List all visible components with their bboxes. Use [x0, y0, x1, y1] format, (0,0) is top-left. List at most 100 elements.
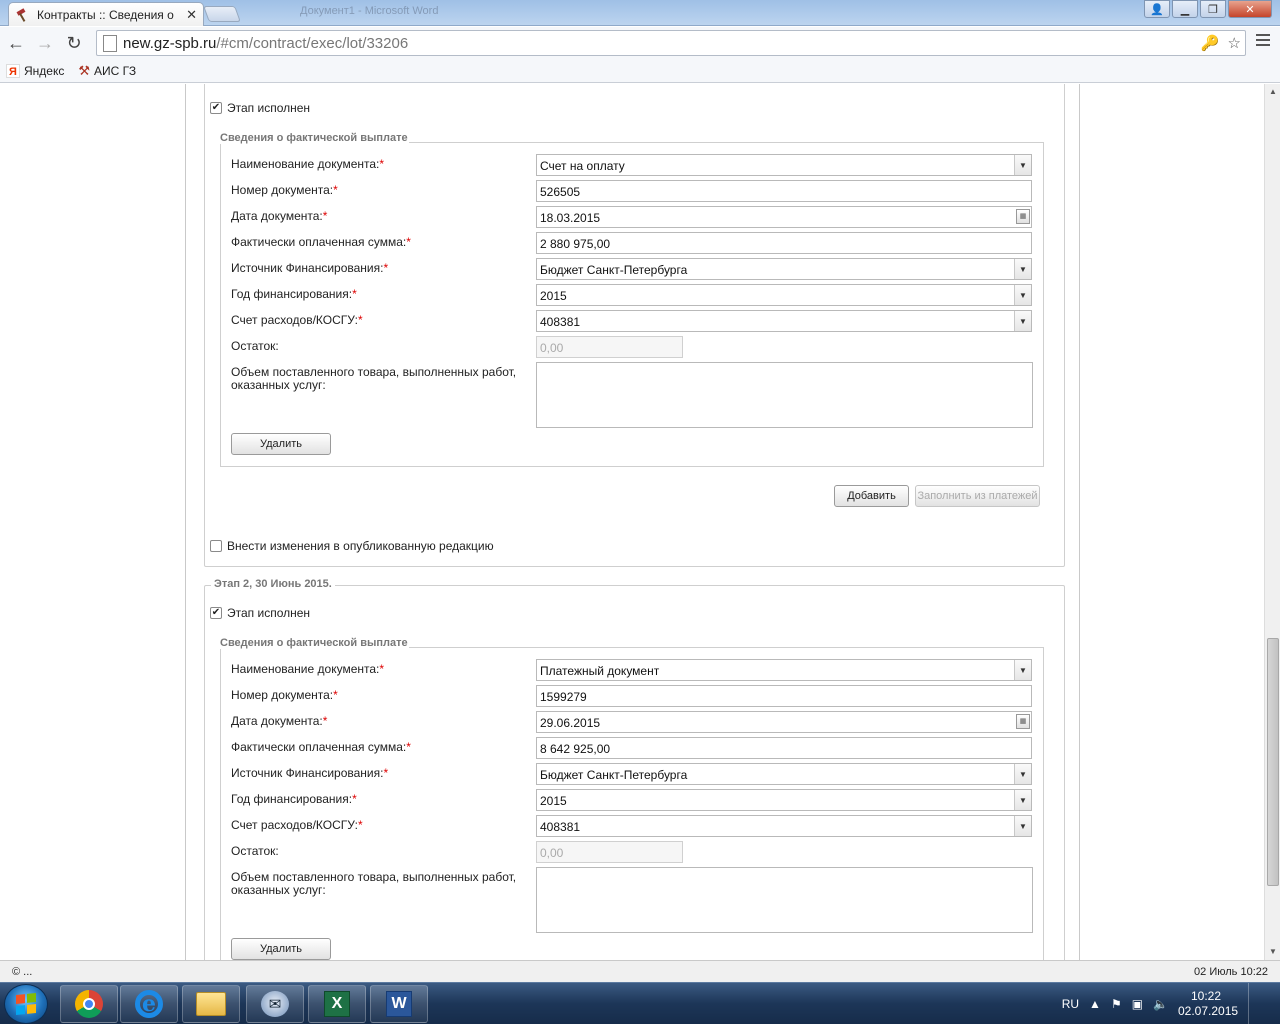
fin-source-select[interactable]: Бюджет Санкт-Петербурга ▼	[536, 258, 1032, 280]
label-volume: Объем поставленного товара, выполненных …	[231, 870, 517, 897]
account-select[interactable]: 408381 ▼	[536, 310, 1032, 332]
stage-2-done-checkbox[interactable]: ✔ Этап исполнен	[210, 606, 310, 620]
volume-textarea[interactable]	[536, 867, 1033, 933]
windows-logo-icon	[16, 992, 36, 1016]
chevron-down-icon[interactable]: ▼	[1014, 660, 1031, 680]
scroll-up-icon[interactable]: ▲	[1265, 84, 1280, 100]
restore-icon[interactable]: ❐	[1200, 0, 1226, 18]
status-bar: © ... 02 Июль 10:22	[0, 960, 1280, 982]
chevron-down-icon[interactable]: ▼	[1014, 816, 1031, 836]
taskbar-ie[interactable]: e	[120, 985, 178, 1023]
clock[interactable]: 10:22 02.07.2015	[1178, 989, 1238, 1019]
page-viewport: ✔ Этап исполнен Сведения о фактической в…	[0, 84, 1264, 960]
label-remainder: Остаток:	[231, 339, 279, 353]
window-controls: 👤 ▁ ❐ ✕	[1144, 0, 1272, 18]
back-icon[interactable]: ←	[3, 30, 29, 56]
label-doc-name: Наименование документа:*	[231, 662, 385, 676]
excel-icon: X	[324, 991, 350, 1017]
calendar-icon[interactable]: ▦	[1016, 714, 1030, 729]
minimize-icon[interactable]: ▁	[1172, 0, 1198, 18]
calendar-icon[interactable]: ▦	[1016, 209, 1030, 224]
omnibox-icons: 🔑 ☆	[1201, 34, 1241, 52]
star-icon[interactable]: ☆	[1228, 34, 1241, 52]
mail-icon: ✉	[261, 991, 289, 1017]
status-left: © ...	[12, 965, 33, 978]
status-right: 02 Июль 10:22	[1194, 965, 1268, 978]
account-select[interactable]: 408381 ▼	[536, 815, 1032, 837]
doc-number-input[interactable]: 526505	[536, 180, 1032, 202]
fin-year-select[interactable]: 2015 ▼	[536, 284, 1032, 306]
checkbox-label: Этап исполнен	[227, 101, 311, 115]
ie-icon: e	[135, 990, 163, 1018]
chevron-down-icon[interactable]: ▼	[1014, 764, 1031, 784]
browser-tab-contracts[interactable]: Контракты :: Сведения о ✕	[8, 2, 204, 26]
taskbar-word[interactable]: W	[370, 985, 428, 1023]
key-icon[interactable]: 🔑	[1201, 34, 1220, 52]
doc-name-select[interactable]: Платежный документ ▼	[536, 659, 1032, 681]
label-doc-date: Дата документа:*	[231, 209, 328, 223]
hammer-icon	[16, 7, 26, 22]
paid-sum-input[interactable]: 2 880 975,00	[536, 232, 1032, 254]
label-doc-number: Номер документа:*	[231, 183, 338, 197]
show-desktop-button[interactable]	[1248, 983, 1260, 1024]
taskbar-mail[interactable]: ✉	[246, 985, 304, 1023]
fill-from-payments-button[interactable]: Заполнить из платежей	[915, 485, 1040, 507]
reload-icon[interactable]: ↻	[61, 30, 87, 56]
label-account: Счет расходов/КОСГУ:*	[231, 313, 363, 327]
checkbox-unchecked-icon[interactable]	[210, 540, 222, 552]
flag-icon[interactable]: ⚑	[1111, 997, 1122, 1011]
windows-taskbar: e ✉ X W RU ▲ ⚑ ▣ 🔈 10:22 02.07.2015	[0, 982, 1280, 1024]
fin-source-select[interactable]: Бюджет Санкт-Петербурга ▼	[536, 763, 1032, 785]
bookmark-yandex[interactable]: Я Яндекс	[6, 63, 65, 78]
tray-expand-icon[interactable]: ▲	[1089, 997, 1101, 1011]
user-icon[interactable]: 👤	[1144, 0, 1170, 18]
page-scrollbar[interactable]: ▲ ▼	[1264, 84, 1280, 960]
url-path: /#cm/contract/exec/lot/33206	[216, 34, 409, 52]
label-paid-sum: Фактически оплаченная сумма:*	[231, 235, 411, 249]
chevron-down-icon[interactable]: ▼	[1014, 790, 1031, 810]
label-fin-source: Источник Финансирования:*	[231, 261, 389, 275]
taskbar-explorer[interactable]	[182, 985, 240, 1023]
label-fin-year: Год финансирования:*	[231, 287, 357, 301]
volume-textarea[interactable]	[536, 362, 1033, 428]
doc-date-input[interactable]: 29.06.2015 ▦	[536, 711, 1032, 733]
forward-icon[interactable]: →	[32, 30, 58, 56]
chevron-down-icon[interactable]: ▼	[1014, 285, 1031, 305]
bookmark-label: Яндекс	[24, 63, 65, 78]
start-button[interactable]	[4, 984, 48, 1024]
add-payment-button[interactable]: Добавить	[834, 485, 909, 507]
paid-sum-input[interactable]: 8 642 925,00	[536, 737, 1032, 759]
doc-name-select[interactable]: Счет на оплату ▼	[536, 154, 1032, 176]
chevron-down-icon[interactable]: ▼	[1014, 155, 1031, 175]
taskbar-excel[interactable]: X	[308, 985, 366, 1023]
label-doc-date: Дата документа:*	[231, 714, 328, 728]
bookmark-label: АИС ГЗ	[94, 63, 137, 78]
doc-date-input[interactable]: 18.03.2015 ▦	[536, 206, 1032, 228]
checkbox-checked-icon[interactable]: ✔	[210, 102, 222, 114]
stage-1-done-checkbox[interactable]: ✔ Этап исполнен	[210, 101, 310, 115]
amend-published-checkbox[interactable]: Внести изменения в опубликованную редакц…	[210, 539, 494, 553]
tab-close-icon[interactable]: ✕	[186, 7, 197, 23]
chevron-down-icon[interactable]: ▼	[1014, 259, 1031, 279]
volume-icon[interactable]: 🔈	[1153, 997, 1168, 1011]
address-bar[interactable]: new.gz-spb.ru /#cm/contract/exec/lot/332…	[96, 30, 1246, 56]
taskbar-chrome[interactable]	[60, 985, 118, 1023]
chevron-down-icon[interactable]: ▼	[1014, 311, 1031, 331]
language-indicator[interactable]: RU	[1062, 997, 1079, 1011]
fin-year-select[interactable]: 2015 ▼	[536, 789, 1032, 811]
network-icon[interactable]: ▣	[1132, 997, 1143, 1011]
bookmark-ais-gz[interactable]: ⚒ АИС ГЗ	[78, 63, 136, 79]
stage-1-delete-button[interactable]: Удалить	[231, 433, 331, 455]
doc-number-input[interactable]: 1599279	[536, 685, 1032, 707]
yandex-icon: Я	[6, 63, 20, 78]
url-host: new.gz-spb.ru	[123, 34, 217, 52]
stage-2-delete-button[interactable]: Удалить	[231, 938, 331, 960]
close-window-icon[interactable]: ✕	[1228, 0, 1272, 18]
chrome-menu-icon[interactable]	[1256, 34, 1270, 49]
browser-toolbar: ← → ↻ new.gz-spb.ru /#cm/contract/exec/l…	[0, 27, 1280, 59]
scroll-thumb[interactable]	[1267, 638, 1279, 886]
checkbox-checked-icon[interactable]: ✔	[210, 607, 222, 619]
bookmarks-bar: Я Яндекс ⚒ АИС ГЗ	[0, 59, 1280, 83]
new-tab-button[interactable]	[203, 6, 241, 22]
scroll-down-icon[interactable]: ▼	[1265, 944, 1280, 960]
